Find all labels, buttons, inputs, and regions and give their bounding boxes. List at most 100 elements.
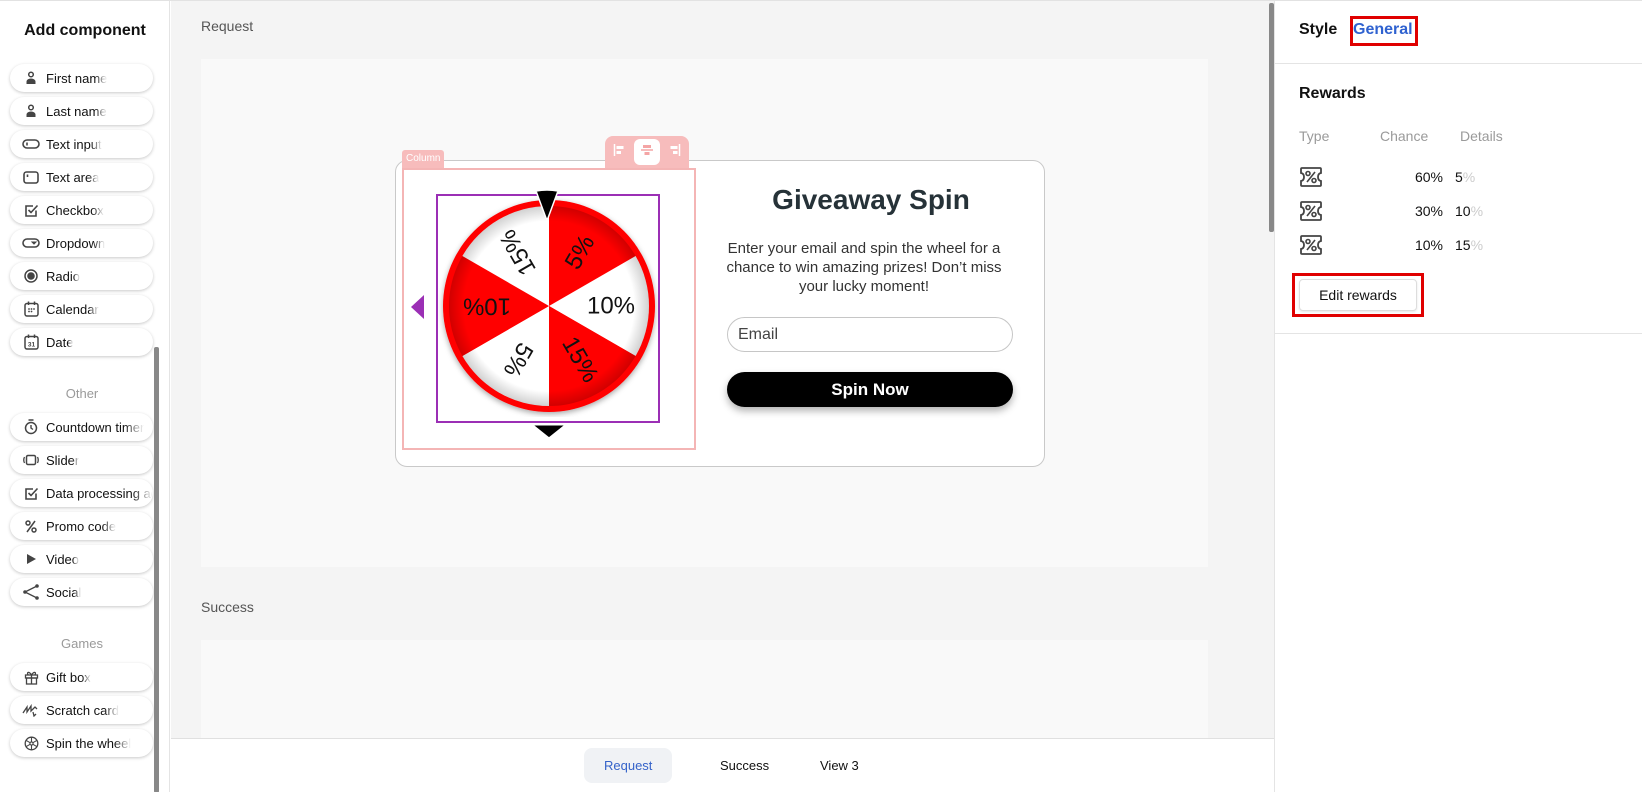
align-center-icon [640,143,654,162]
email-input[interactable] [727,317,1013,352]
tab-success[interactable]: Success [700,748,789,783]
checkbox-icon [22,485,40,501]
alignment-toolbar [605,136,689,168]
view-tabs-bar: Request Success View 3 [171,738,1274,792]
svg-text:31: 31 [27,342,35,349]
component-video[interactable]: Video [10,545,153,573]
component-label: Scratch card [46,702,119,718]
component-last-name[interactable]: Last name [10,97,153,125]
reward-detail: 10% [1455,203,1483,219]
wheel-pointer-icon [534,189,560,220]
tab-request[interactable]: Request [584,748,673,783]
column-header-type: Type [1299,128,1330,144]
align-right-icon [667,143,681,162]
column-header-chance: Chance [1380,128,1429,144]
view-area-success[interactable] [201,640,1208,738]
component-gift-box[interactable]: Gift box [10,663,153,691]
component-label: Slider [46,452,80,468]
reward-chance: 60% [1414,169,1443,185]
component-label: Date [46,334,74,350]
component-label: Video [46,551,80,567]
section-label-other: Other [65,386,99,401]
radio-icon [22,268,40,284]
component-date[interactable]: 31 Date [10,328,153,356]
calendar-icon [22,301,40,317]
component-label: Last name [46,103,107,119]
reward-row[interactable]: 60% 5% [1299,166,1599,190]
wheel-resize-handle[interactable] [411,295,424,319]
reward-row[interactable]: 10% 15% [1299,234,1599,258]
component-checkbox[interactable]: Checkbox [10,196,153,224]
slider-icon [22,452,40,468]
view-label-success: Success [201,599,254,615]
discount-icon [1299,200,1323,227]
view-label-request: Request [201,18,254,34]
sidebar-title: Add component [24,22,146,39]
component-label: Promo code [46,518,117,534]
component-slider[interactable]: Slider [10,446,153,474]
component-spin-wheel[interactable]: Spin the wheel [10,729,153,757]
align-right-button[interactable] [661,139,687,165]
spin-now-button[interactable]: Spin Now [727,372,1013,407]
component-label: Spin the wheel [46,735,132,751]
component-label: Data processing agreement [46,485,153,501]
component-countdown-timer[interactable]: Countdown timer [10,413,153,441]
component-promo-code[interactable]: Promo code [10,512,153,540]
align-center-button[interactable] [633,139,660,165]
properties-panel: Style General Rewards Type Chance Detail… [1274,1,1642,792]
tab-view-3[interactable]: View 3 [800,748,879,783]
component-label: Gift box [46,669,91,685]
person-icon [22,103,40,119]
component-label: Dropdown [46,235,106,251]
align-left-icon [613,143,627,162]
reward-row[interactable]: 30% 10% [1299,200,1599,224]
component-text-area[interactable]: Text area [10,163,153,191]
component-sidebar: Add component First name Last name Text … [0,1,170,792]
component-label: Calendar [46,301,99,317]
text-area-icon [22,169,40,185]
component-data-processing[interactable]: Data processing agreement [10,479,153,507]
editor-canvas: Request Success Column Giveaway Spin Ent… [171,1,1274,738]
component-label: Text area [46,169,100,185]
sidebar-scrollbar[interactable] [154,347,159,792]
component-label: First name [46,70,108,86]
reward-detail-unit: % [1470,203,1484,219]
component-dropdown[interactable]: Dropdown [10,229,153,257]
person-icon [22,70,40,86]
discount-icon [1299,234,1323,261]
panel-divider [1275,333,1642,334]
move-down-handle-icon[interactable] [532,424,566,438]
scratch-icon [22,702,40,718]
reward-detail-unit: % [1470,237,1484,253]
component-text-input[interactable]: Text input [10,130,153,158]
component-label: Radio [46,268,80,284]
checkbox-icon [22,202,40,218]
gift-icon [22,669,40,685]
component-calendar[interactable]: Calendar [10,295,153,323]
edit-rewards-highlight [1292,273,1424,317]
tab-style[interactable]: Style [1299,21,1337,39]
column-tag: Column [402,150,445,168]
panel-divider [1275,63,1642,64]
reward-detail-unit: % [1462,169,1476,185]
promo-title: Giveaway Spin [772,184,970,215]
share-icon [22,584,40,600]
component-scratch-card[interactable]: Scratch card [10,696,153,724]
prize-wheel[interactable]: 5%10%15%5%10%15% [438,195,660,417]
component-first-name[interactable]: First name [10,64,153,92]
reward-detail-value: 5 [1455,169,1463,185]
component-radio[interactable]: Radio [10,262,153,290]
percent-icon [22,518,40,534]
reward-chance: 30% [1414,203,1443,219]
reward-detail: 15% [1455,237,1483,253]
component-social[interactable]: Social [10,578,153,606]
text-input-icon [22,136,40,152]
component-label: Countdown timer [46,419,145,435]
wheel-icon [22,735,40,751]
date-icon: 31 [22,334,40,350]
reward-detail-value: 10 [1455,203,1471,219]
dropdown-icon [22,235,40,251]
reward-detail-value: 15 [1455,237,1471,253]
reward-detail: 5% [1455,169,1475,185]
align-left-button[interactable] [607,139,633,165]
